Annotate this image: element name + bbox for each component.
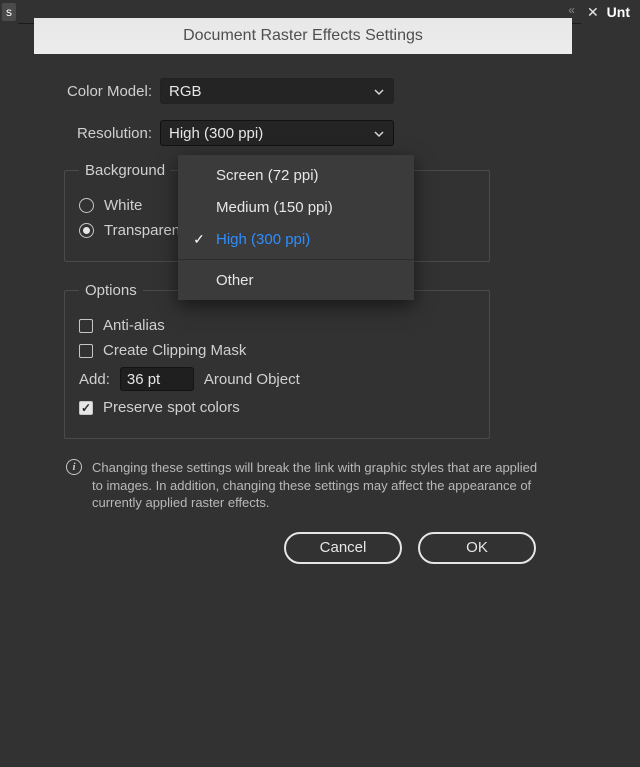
preserve-label: Preserve spot colors <box>103 399 240 416</box>
add-suffix: Around Object <box>204 371 300 388</box>
left-tab[interactable]: s <box>0 0 18 24</box>
add-around-row: Add: 36 pt Around Object <box>79 367 475 391</box>
dropdown-item-high[interactable]: ✓High (300 ppi) <box>178 223 414 255</box>
dropdown-item-other[interactable]: Other <box>178 264 414 296</box>
check-preserve-spot[interactable]: Preserve spot colors <box>79 399 475 416</box>
chevron-down-icon <box>373 85 385 97</box>
checkbox-icon <box>79 401 93 415</box>
radio-icon <box>79 223 94 238</box>
radio-transparent-label: Transparent <box>104 222 184 239</box>
resolution-value: High (300 ppi) <box>169 125 263 142</box>
info-note: i Changing these settings will break the… <box>54 459 552 532</box>
ok-button[interactable]: OK <box>418 532 536 564</box>
checkbox-icon <box>79 344 93 358</box>
add-label: Add: <box>79 371 110 388</box>
radio-white-label: White <box>104 197 142 214</box>
background-legend: Background <box>79 162 171 179</box>
dialog-raster-effects: Document Raster Effects Settings Color M… <box>34 18 572 600</box>
info-text: Changing these settings will break the l… <box>92 459 540 512</box>
resolution-dropdown: Screen (72 ppi) Medium (150 ppi) ✓High (… <box>178 155 414 300</box>
checkbox-icon <box>79 319 93 333</box>
check-anti-alias[interactable]: Anti-alias <box>79 317 475 334</box>
check-clipping-mask[interactable]: Create Clipping Mask <box>79 342 475 359</box>
dropdown-item-screen[interactable]: Screen (72 ppi) <box>178 159 414 191</box>
dialog-title: Document Raster Effects Settings <box>34 18 572 54</box>
add-value-input[interactable]: 36 pt <box>120 367 194 391</box>
color-model-select[interactable]: RGB <box>160 78 394 104</box>
dropdown-item-medium[interactable]: Medium (150 ppi) <box>178 191 414 223</box>
options-legend: Options <box>79 282 143 299</box>
collapse-icon[interactable]: « <box>568 3 571 17</box>
resolution-label: Resolution: <box>54 125 160 142</box>
dropdown-separator <box>178 259 414 260</box>
color-model-label: Color Model: <box>54 83 160 100</box>
filename-label: Unt <box>607 4 630 20</box>
color-model-value: RGB <box>169 83 202 100</box>
clipping-label: Create Clipping Mask <box>103 342 246 359</box>
resolution-select[interactable]: High (300 ppi) <box>160 120 394 146</box>
options-group: Options Anti-alias Create Clipping Mask … <box>64 282 490 439</box>
close-icon[interactable]: ✕ <box>587 4 599 21</box>
check-icon: ✓ <box>190 231 208 248</box>
info-icon: i <box>66 459 82 475</box>
cancel-button[interactable]: Cancel <box>284 532 402 564</box>
anti-alias-label: Anti-alias <box>103 317 165 334</box>
chevron-down-icon <box>373 127 385 139</box>
radio-icon <box>79 198 94 213</box>
